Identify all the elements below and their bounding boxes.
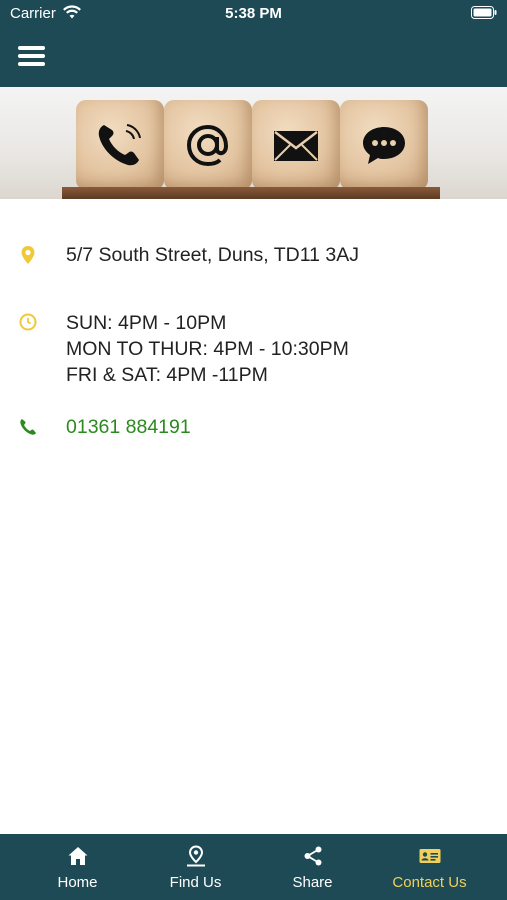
phone-number-link[interactable]: 01361 884191 [66, 414, 191, 440]
hours-line: SUN: 4PM - 10PM [66, 312, 227, 334]
share-icon [304, 846, 322, 866]
hours-line: FRI & SAT: 4PM -11PM [66, 364, 268, 386]
tab-contact-us-label: Contact Us [392, 874, 467, 891]
status-bar: Carrier 5:38 PM [0, 0, 507, 28]
contact-banner-image [0, 87, 507, 199]
hours-text: SUN: 4PM - 10PM MON TO THUR: 4PM - 10:30… [66, 310, 349, 388]
location-pin-icon [187, 845, 205, 867]
tab-share[interactable]: Share [254, 834, 371, 900]
chat-bubble-icon [340, 100, 428, 190]
battery-icon [471, 6, 497, 19]
home-icon [68, 847, 88, 865]
bottom-tab-bar: Home Find Us Share Contact Us [0, 834, 507, 900]
wooden-shelf [62, 187, 440, 199]
tab-home[interactable]: Home [19, 834, 136, 900]
tab-home-label: Home [57, 874, 98, 891]
hours-line: MON TO THUR: 4PM - 10:30PM [66, 338, 349, 360]
clock-icon [19, 313, 37, 331]
hamburger-icon[interactable] [18, 44, 46, 68]
tab-find-us-label: Find Us [169, 874, 222, 891]
location-pin-icon [21, 246, 35, 264]
tab-share-label: Share [292, 874, 333, 891]
at-sign-icon [164, 100, 252, 190]
phone-icon [76, 100, 164, 190]
tab-contact-us[interactable]: Contact Us [371, 834, 488, 900]
envelope-icon [252, 100, 340, 190]
status-time: 5:38 PM [225, 5, 282, 22]
top-app-bar: Carrier 5:38 PM [0, 0, 507, 87]
address-text: 5/7 South Street, Duns, TD11 3AJ [66, 244, 360, 266]
contact-card-icon [419, 849, 441, 863]
tab-find-us[interactable]: Find Us [137, 834, 254, 900]
phone-icon [20, 419, 36, 435]
